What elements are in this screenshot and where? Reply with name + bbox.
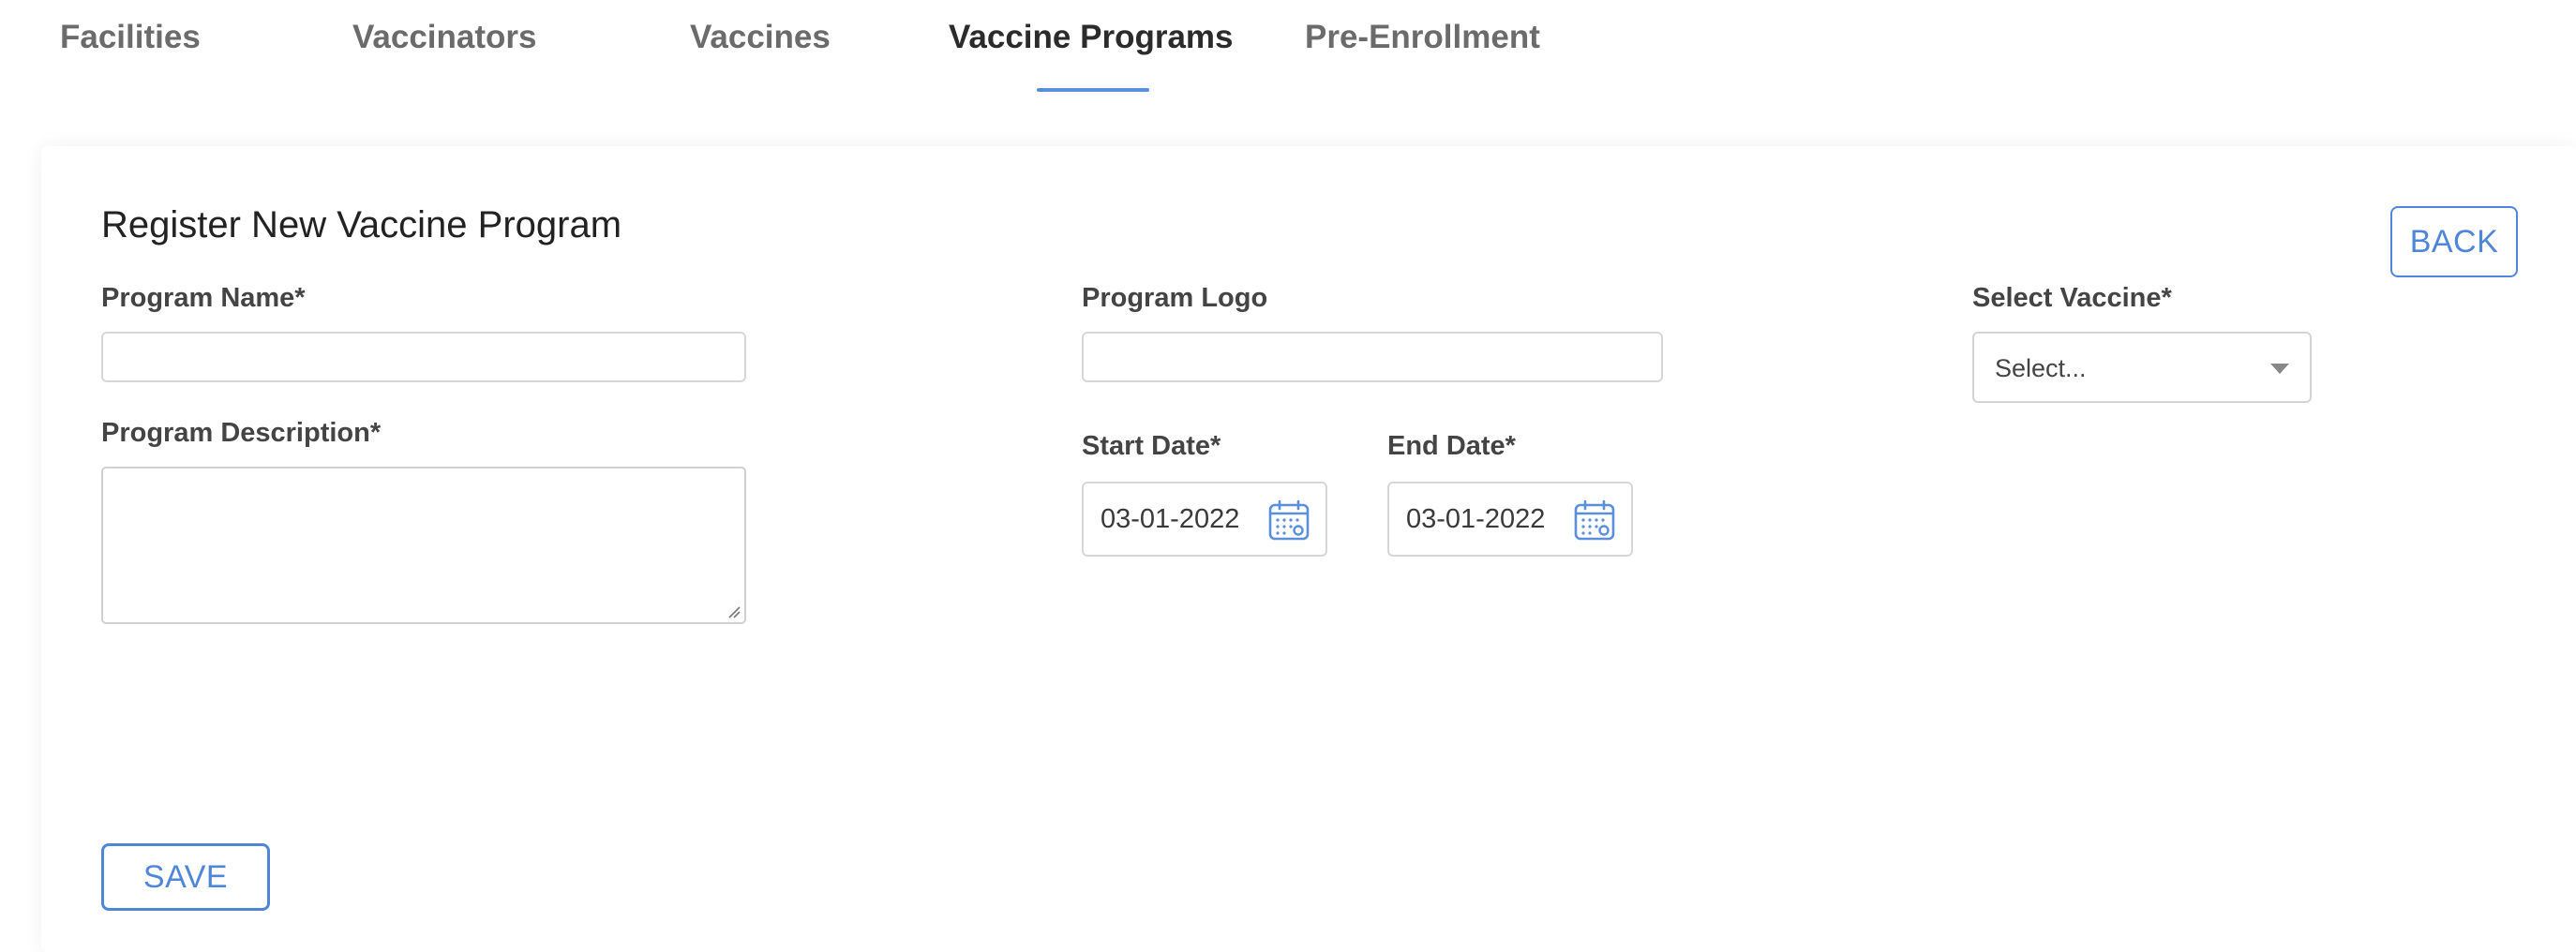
program-logo-label: Program Logo: [1082, 283, 1268, 313]
end-date-value: 03-01-2022: [1406, 504, 1546, 534]
tab-pre-enrollment[interactable]: Pre-Enrollment: [1305, 19, 1540, 56]
end-date-label: End Date*: [1387, 431, 1516, 461]
select-vaccine-dropdown[interactable]: Select...: [1972, 332, 2312, 403]
chevron-down-icon[interactable]: [2270, 364, 2289, 374]
end-date-input[interactable]: 03-01-2022: [1387, 482, 1633, 557]
calendar-icon[interactable]: [1573, 498, 1616, 542]
tab-vaccines[interactable]: Vaccines: [690, 19, 831, 56]
program-logo-input[interactable]: [1082, 332, 1663, 382]
calendar-icon[interactable]: [1267, 498, 1310, 542]
start-date-label: Start Date*: [1082, 431, 1221, 461]
tab-vaccine-programs[interactable]: Vaccine Programs: [949, 19, 1234, 56]
tab-facilities[interactable]: Facilities: [60, 19, 201, 56]
start-date-value: 03-01-2022: [1101, 504, 1240, 534]
save-button[interactable]: SAVE: [101, 843, 270, 911]
active-tab-indicator: [1037, 88, 1149, 92]
program-description-label: Program Description*: [101, 418, 382, 448]
back-button[interactable]: BACK: [2390, 206, 2518, 277]
form-title: Register New Vaccine Program: [101, 204, 622, 245]
tab-bar: Facilities Vaccinators Vaccines Vaccine …: [0, 0, 2576, 103]
tab-vaccinators[interactable]: Vaccinators: [352, 19, 537, 56]
program-description-textarea[interactable]: [101, 467, 746, 624]
resize-handle-icon[interactable]: [727, 605, 741, 618]
select-vaccine-label: Select Vaccine*: [1972, 283, 2172, 313]
start-date-input[interactable]: 03-01-2022: [1082, 482, 1327, 557]
program-name-label: Program Name*: [101, 283, 306, 313]
program-name-input[interactable]: [101, 332, 746, 382]
select-vaccine-value: Select...: [1995, 354, 2087, 382]
